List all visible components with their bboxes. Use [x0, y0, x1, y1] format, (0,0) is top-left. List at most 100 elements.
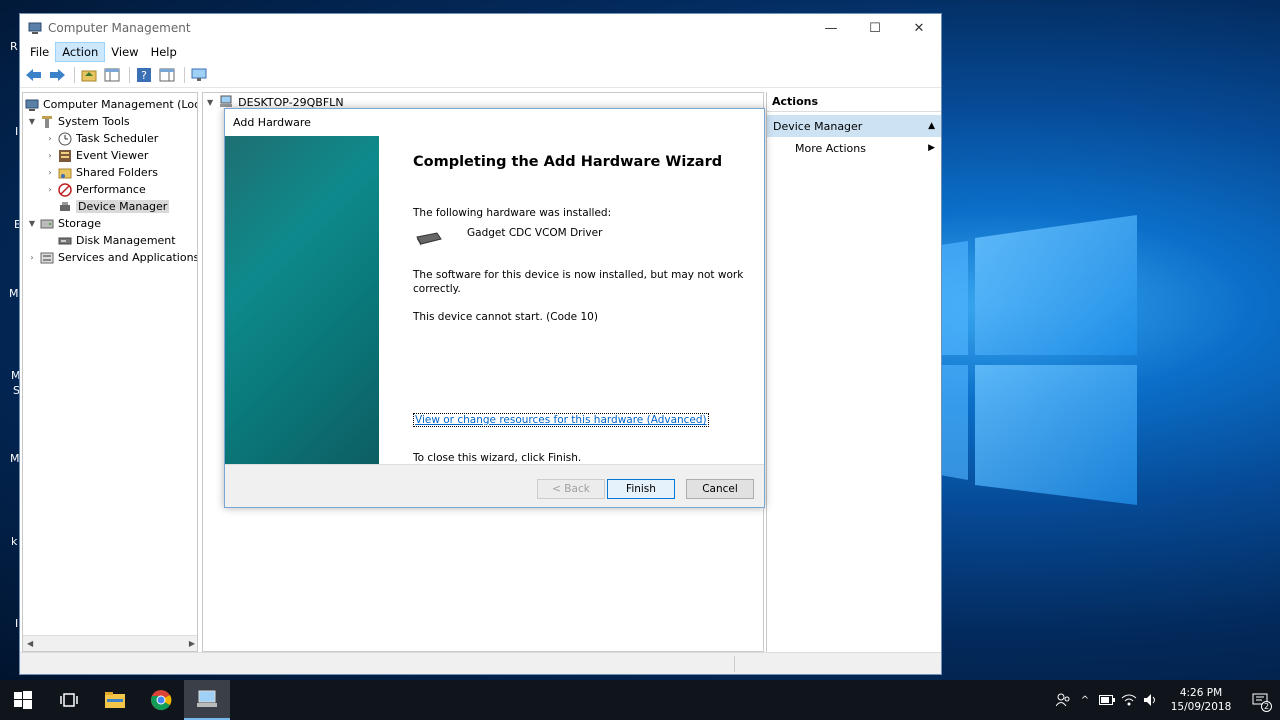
finish-button[interactable]: Finish — [607, 479, 675, 499]
more-actions-item[interactable]: More Actions ▶ — [767, 137, 941, 159]
actions-header: Actions — [767, 92, 941, 112]
close-button[interactable]: ✕ — [897, 14, 941, 42]
shared-folder-icon — [58, 168, 72, 178]
chevron-down-icon[interactable]: ▼ — [207, 98, 213, 107]
tree-item-computer-management[interactable]: Computer Management (Local — [25, 96, 198, 113]
tree-item-system-tools[interactable]: ▼ System Tools — [27, 113, 130, 130]
device-name: Gadget CDC VCOM Driver — [467, 227, 603, 239]
action-center-icon[interactable]: 2 — [1240, 680, 1280, 720]
start-button[interactable] — [0, 680, 46, 720]
clock-time: 4:26 PM — [1179, 687, 1223, 699]
clock[interactable]: 4:26 PM 15/09/2018 — [1162, 686, 1240, 714]
chevron-right-icon[interactable]: › — [27, 253, 37, 262]
menu-file[interactable]: File — [24, 43, 55, 61]
actions-section-label: Device Manager — [773, 119, 863, 133]
wizard-footer: < Back Finish Cancel — [225, 464, 764, 507]
tree-item-device-manager[interactable]: Device Manager — [58, 198, 170, 215]
console-tree: Computer Management (Local ▼ System Tool… — [22, 92, 198, 652]
collapse-up-icon[interactable]: ▲ — [928, 121, 935, 131]
task-view-button[interactable] — [46, 680, 92, 720]
help-icon[interactable]: ? — [134, 65, 154, 85]
chevron-right-icon[interactable]: › — [45, 185, 55, 194]
actions-section-device-manager[interactable]: Device Manager ▲ — [767, 115, 941, 137]
scroll-left-icon[interactable]: ◀ — [27, 639, 33, 648]
desktop-icon-label[interactable]: I — [15, 617, 18, 630]
storage-icon — [40, 219, 54, 228]
horizontal-scrollbar[interactable]: ◀ ▶ — [23, 635, 197, 651]
monitor-icon[interactable] — [189, 65, 209, 85]
chrome-icon — [151, 690, 172, 711]
windows-logo-wallpaper — [940, 215, 1137, 505]
tree-label: Device Manager — [76, 200, 170, 213]
clock-date: 15/09/2018 — [1170, 701, 1232, 713]
status-message-line1: The software for this device is now inst… — [413, 269, 744, 281]
back-button[interactable]: < Back — [537, 479, 605, 499]
tree-item-storage[interactable]: ▼ Storage — [27, 215, 101, 232]
tree-label: System Tools — [58, 115, 130, 128]
up-folder-icon[interactable] — [79, 65, 99, 85]
tree-item-disk-management[interactable]: Disk Management — [58, 232, 176, 249]
menu-action[interactable]: Action — [55, 42, 106, 62]
windows-start-icon — [14, 691, 32, 709]
wifi-icon[interactable] — [1118, 680, 1140, 720]
minimize-button[interactable]: — — [809, 14, 853, 42]
tree-label: Computer Management (Local — [43, 98, 198, 111]
chevron-down-icon[interactable]: ▼ — [27, 117, 37, 126]
desktop-icon-label[interactable]: k — [11, 535, 17, 548]
title-bar[interactable]: Computer Management — ☐ ✕ — [20, 14, 941, 42]
desktop-icon-strip: R I E M M S M k I — [0, 0, 21, 680]
installed-label: The following hardware was installed: — [413, 207, 612, 219]
chevron-right-icon[interactable]: › — [45, 134, 55, 143]
computer-icon — [220, 95, 233, 107]
task-view-icon — [60, 693, 78, 707]
computer-management-icon — [197, 690, 217, 707]
tree-item-shared-folders[interactable]: › Shared Folders — [45, 164, 158, 181]
tree-label: Shared Folders — [76, 166, 158, 179]
advanced-resources-link[interactable]: View or change resources for this hardwa… — [413, 413, 709, 427]
people-icon[interactable] — [1052, 680, 1074, 720]
wizard-title[interactable]: Add Hardware — [225, 109, 764, 136]
volume-icon[interactable] — [1140, 680, 1162, 720]
tree-item-performance[interactable]: › Performance — [45, 181, 146, 198]
chevron-right-icon[interactable]: › — [45, 151, 55, 160]
tree-item-services-and-applications[interactable]: › Services and Applications — [27, 249, 197, 266]
close-hint: To close this wizard, click Finish. — [413, 452, 582, 464]
services-icon — [40, 252, 54, 263]
computer-name: DESKTOP-29QBFLN — [238, 95, 344, 109]
maximize-button[interactable]: ☐ — [853, 14, 897, 42]
status-bar — [20, 652, 941, 674]
chevron-right-icon[interactable]: › — [45, 168, 55, 177]
clock-icon — [58, 132, 72, 145]
desktop-icon-label[interactable]: I — [15, 125, 18, 138]
tree-item-event-viewer[interactable]: › Event Viewer — [45, 147, 148, 164]
chrome-button[interactable] — [138, 680, 184, 720]
toolbar: ? — [20, 62, 941, 88]
menu-help[interactable]: Help — [145, 43, 183, 61]
device-icon — [416, 232, 442, 246]
toolbar-separator — [184, 66, 185, 83]
properties-panel-icon[interactable] — [157, 65, 177, 85]
device-manager-icon — [60, 201, 70, 211]
tree-item-task-scheduler[interactable]: › Task Scheduler — [45, 130, 158, 147]
folder-icon — [105, 692, 125, 708]
menu-view[interactable]: View — [105, 43, 144, 61]
computer-management-taskbar-button[interactable] — [184, 680, 230, 720]
performance-icon — [58, 182, 72, 197]
desktop-icon-label[interactable]: M — [9, 287, 19, 300]
notification-count-badge: 2 — [1261, 701, 1272, 712]
tools-icon — [42, 115, 52, 128]
chevron-down-icon[interactable]: ▼ — [27, 219, 37, 228]
battery-icon[interactable] — [1096, 680, 1118, 720]
status-divider — [734, 656, 735, 672]
toolbar-separator — [129, 66, 130, 83]
forward-arrow-icon[interactable] — [47, 65, 67, 85]
scroll-right-icon[interactable]: ▶ — [189, 639, 195, 648]
show-hidden-icons-chevron[interactable]: ^ — [1074, 680, 1096, 720]
desktop-icon-label[interactable]: R — [10, 40, 18, 53]
show-hide-console-tree-icon[interactable] — [102, 65, 122, 85]
wizard-heading: Completing the Add Hardware Wizard — [413, 154, 723, 170]
cancel-button[interactable]: Cancel — [686, 479, 754, 499]
file-explorer-button[interactable] — [92, 680, 138, 720]
more-actions-label: More Actions — [795, 141, 866, 155]
back-arrow-icon[interactable] — [24, 65, 44, 85]
